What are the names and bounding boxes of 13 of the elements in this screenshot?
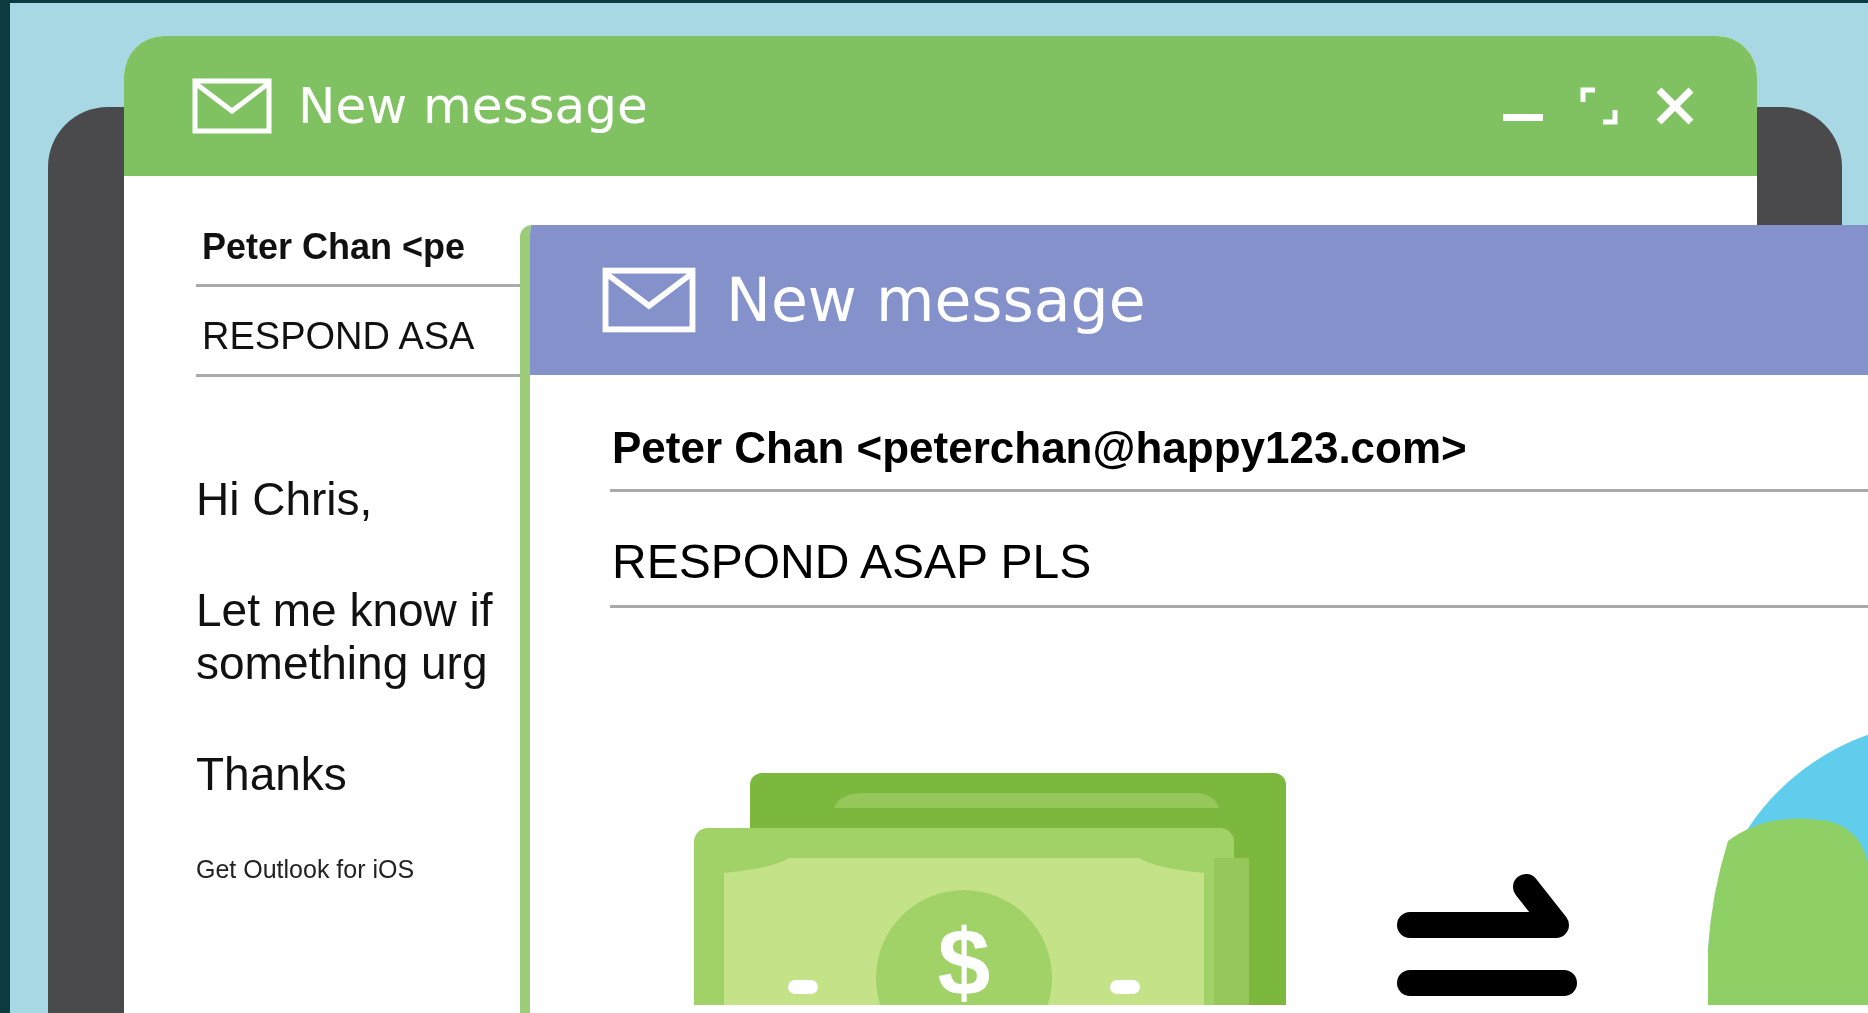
envelope-icon bbox=[192, 78, 272, 134]
signature-text: Get Outlook for iOS bbox=[196, 854, 415, 884]
message-text: Thanks bbox=[196, 747, 347, 801]
window-title: New message bbox=[726, 265, 1146, 335]
subject-field: RESPOND ASA bbox=[202, 315, 475, 357]
sender-field: Peter Chan <pe bbox=[202, 226, 466, 267]
message-text: Hi Chris, bbox=[196, 473, 373, 526]
message-text: Let me know if something urg bbox=[196, 583, 493, 690]
subject-field: RESPOND ASAP PLS bbox=[612, 535, 1092, 588]
envelope-icon bbox=[602, 267, 696, 333]
window-title: New message bbox=[298, 77, 648, 135]
cash-drawing: $ bbox=[694, 773, 1286, 1005]
sender-field: Peter Chan <peterchan@happy123.com> bbox=[612, 423, 1467, 472]
